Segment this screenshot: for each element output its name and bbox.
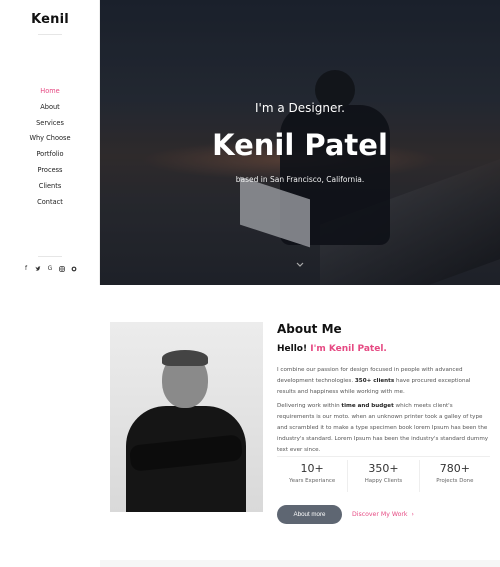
social-divider — [38, 256, 62, 257]
nav-item-why-choose[interactable]: Why Choose — [0, 131, 100, 147]
nav-item-process[interactable]: Process — [0, 163, 100, 179]
about-hello: Hello! I'm Kenil Patel. — [277, 344, 387, 354]
stat-years: 10+ Years Experiance — [277, 460, 347, 492]
brand-divider — [38, 34, 62, 35]
nav-item-about[interactable]: About — [0, 100, 100, 116]
discover-work-label: Discover My Work — [352, 511, 408, 518]
hello-text: Hello! — [277, 344, 308, 354]
twitter-icon[interactable] — [35, 266, 41, 272]
hero-section: I'm a Designer. Kenil Patel based in San… — [100, 0, 500, 285]
about-more-button[interactable]: About more — [277, 505, 342, 524]
sidebar: Kenil Home About Services Why Choose Por… — [0, 0, 100, 285]
stat-label: Happy Clients — [364, 478, 403, 484]
facebook-icon[interactable]: f — [23, 266, 29, 272]
hero-name: Kenil Patel — [212, 128, 388, 162]
stat-clients: 350+ Happy Clients — [347, 460, 418, 492]
photo-hair — [162, 350, 208, 366]
next-section-edge — [100, 560, 500, 567]
nav-item-contact[interactable]: Contact — [0, 195, 100, 211]
p2-text-bold: time and budget — [341, 403, 394, 409]
github-icon[interactable] — [71, 266, 77, 272]
stats-row: 10+ Years Experiance 350+ Happy Clients … — [277, 460, 490, 492]
stat-number: 780+ — [439, 462, 470, 475]
about-title: About Me — [277, 322, 342, 336]
nav-item-portfolio[interactable]: Portfolio — [0, 147, 100, 163]
brand-logo[interactable]: Kenil — [0, 12, 100, 27]
nav-item-clients[interactable]: Clients — [0, 179, 100, 195]
nav-item-services[interactable]: Services — [0, 116, 100, 132]
social-links: f G — [0, 266, 100, 272]
discover-work-link[interactable]: Discover My Work › — [352, 505, 414, 524]
about-paragraph-2: Delivering work within time and budget w… — [277, 401, 490, 456]
sidebar-nav: Home About Services Why Choose Portfolio… — [0, 84, 100, 210]
p2-text-c: which meets client's requirements is our… — [277, 403, 489, 453]
p2-text-a: Delivering work within — [277, 403, 340, 409]
chevron-down-icon[interactable] — [296, 262, 304, 270]
nav-item-home[interactable]: Home — [0, 84, 100, 100]
hero-location: based in San Francisco, California. — [235, 175, 365, 184]
stat-projects: 780+ Projects Done — [418, 460, 490, 492]
stat-label: Years Experiance — [289, 478, 336, 484]
chevron-right-icon: › — [411, 511, 414, 518]
instagram-icon[interactable] — [59, 266, 65, 272]
hello-name: I'm Kenil Patel. — [310, 344, 387, 354]
about-photo — [110, 322, 263, 512]
stat-label: Projects Done — [436, 478, 474, 484]
stat-number: 350+ — [368, 462, 399, 475]
stats-divider — [277, 456, 490, 457]
google-icon[interactable]: G — [47, 266, 53, 272]
about-paragraph-1: I combine our passion for design focused… — [277, 365, 490, 398]
hero-tagline: I'm a Designer. — [255, 101, 345, 115]
stat-number: 10+ — [300, 462, 324, 475]
p1-text-bold: 350+ clients — [354, 378, 395, 384]
